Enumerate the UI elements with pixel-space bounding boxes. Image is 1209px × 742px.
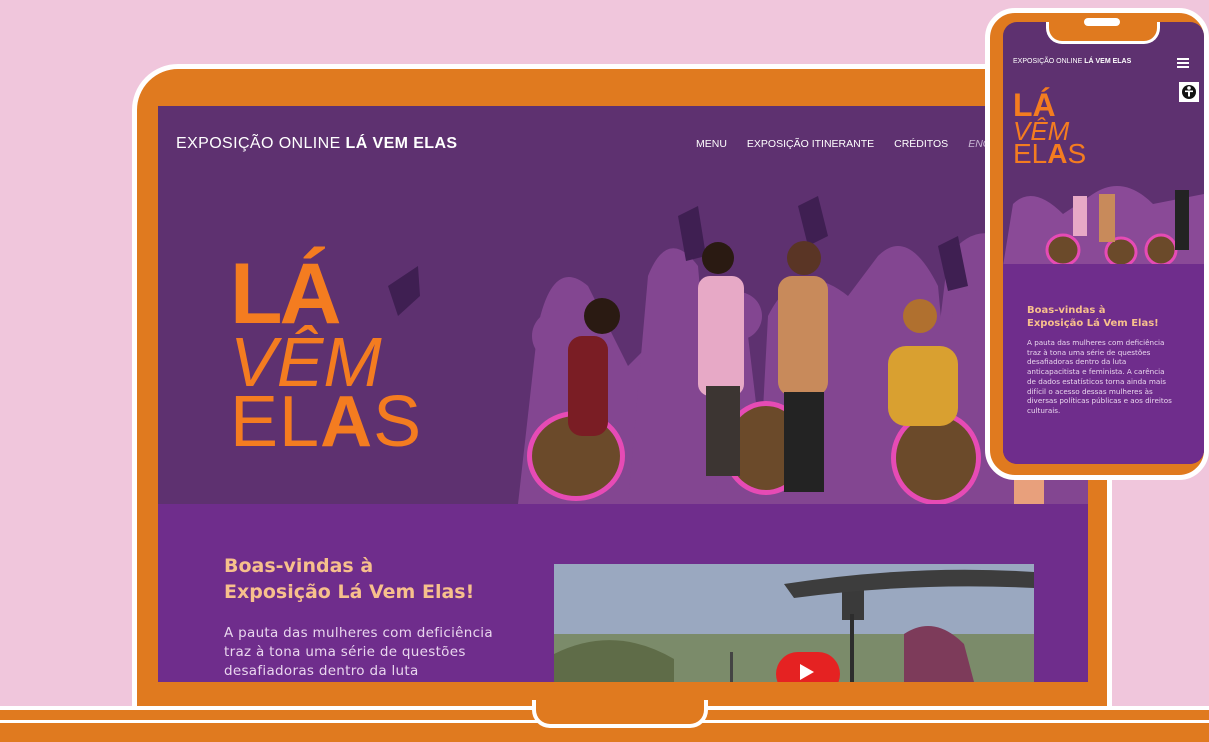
phone-speaker (1084, 18, 1120, 26)
logo-line-elas: ELAS (230, 386, 422, 458)
mobile-hero-collage-illustration (1003, 186, 1204, 266)
mobile-logo-elas-s: S (1067, 137, 1087, 169)
mobile-welcome-section: Boas-vindas à Exposição Lá Vem Elas! A p… (1003, 264, 1204, 464)
logo-elas-s: S (373, 382, 423, 463)
accessibility-icon[interactable] (1179, 82, 1199, 102)
mobile-welcome-body: A pauta das mulheres com deficiência tra… (1027, 338, 1172, 416)
mobile-site-title-bold: LÁ VEM ELAS (1084, 58, 1132, 65)
site-title-bold: LÁ VEM ELAS (345, 135, 458, 152)
nav-item-menu[interactable]: MENU (696, 138, 727, 150)
nav-item-exposicao-itinerante[interactable]: EXPOSIÇÃO ITINERANTE (747, 138, 874, 150)
site-header: EXPOSIÇÃO ONLINE LÁ VEM ELAS MENU EXPOSI… (158, 106, 1088, 166)
mobile-site-title[interactable]: EXPOSIÇÃO ONLINE LÁ VEM ELAS (1013, 58, 1131, 65)
welcome-body: A pauta das mulheres com deficiência tra… (224, 625, 493, 679)
logo-line-la: LÁ (230, 246, 342, 342)
youtube-play-icon[interactable] (776, 652, 840, 682)
phone-screen: EXPOSIÇÃO ONLINE LÁ VEM ELAS LÁ VÊM ELAS… (1003, 22, 1204, 464)
mobile-logo-line-elas: ELAS (1013, 139, 1086, 167)
hero-banner: LÁ VÊM ELAS (158, 166, 1088, 504)
laptop-screen: EXPOSIÇÃO ONLINE LÁ VEM ELAS MENU EXPOSI… (158, 106, 1088, 682)
mobile-logo-elas-el: EL (1013, 137, 1048, 169)
logo-elas-el: EL (230, 382, 321, 463)
welcome-section: Boas-vindas à Exposição Lá Vem Elas! A p… (158, 504, 1088, 682)
main-nav: MENU EXPOSIÇÃO ITINERANTE CRÉDITOS ENG (696, 138, 1011, 150)
mobile-hero-logo: LÁ VÊM ELAS (1013, 89, 1086, 167)
mobile-logo-elas-a: A (1047, 137, 1068, 169)
logo-elas-a: A (320, 382, 374, 463)
hamburger-menu-icon[interactable] (1177, 58, 1189, 68)
site-title-prefix: EXPOSIÇÃO ONLINE (176, 135, 341, 152)
mobile-welcome-title: Boas-vindas à Exposição Lá Vem Elas! (1027, 305, 1159, 329)
nav-item-creditos[interactable]: CRÉDITOS (894, 138, 948, 150)
welcome-title: Boas-vindas à Exposição Lá Vem Elas! (224, 555, 475, 603)
laptop-notch (532, 700, 708, 728)
video-player[interactable] (554, 564, 1034, 682)
site-title[interactable]: EXPOSIÇÃO ONLINE LÁ VEM ELAS (176, 135, 458, 153)
mobile-site-title-prefix: EXPOSIÇÃO ONLINE (1013, 58, 1083, 65)
hero-logo: LÁ VÊM ELAS (230, 246, 422, 458)
